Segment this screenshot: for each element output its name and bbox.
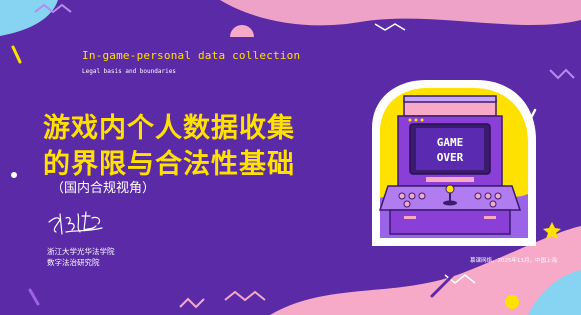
chinese-title-line-2: 的界限与合法性基础 xyxy=(43,149,295,180)
scope-subtitle: （国内合规视角） xyxy=(51,181,156,196)
institution-line-2: 数字法治研究院 xyxy=(47,258,100,267)
author-signature xyxy=(48,211,103,235)
white-stroke-bottom xyxy=(28,288,40,306)
screen-over-text: OVER xyxy=(437,151,464,164)
pink-top-wave xyxy=(220,0,581,26)
arcade-illustration: GAME OVER xyxy=(372,80,536,246)
slide: In-game-personal data collection Legal b… xyxy=(0,0,581,315)
english-subtitle: Legal basis and boundaries xyxy=(82,68,176,75)
yellow-dot xyxy=(505,295,519,309)
screen-indicator-dots xyxy=(408,118,424,122)
institution-line-1: 浙江大学光华法学院 xyxy=(47,247,115,256)
pink-zigzag-left xyxy=(179,297,205,309)
screen-game-text: GAME xyxy=(437,136,464,149)
white-stroke-top xyxy=(11,45,22,64)
footnote: 慕课网络，2025年11月，中国上海 xyxy=(470,258,557,264)
zigzag-top-right xyxy=(374,23,406,31)
pink-half-circle xyxy=(230,25,254,37)
blue-corner-blob xyxy=(0,0,58,36)
chinese-title-line-1: 游戏内个人数据收集 xyxy=(43,113,295,144)
arcade-base xyxy=(389,209,511,235)
yellow-crescent xyxy=(529,30,556,55)
zigzag-right xyxy=(549,68,575,80)
zigzag-bottom-mid xyxy=(224,290,266,302)
english-title: In-game-personal data collection xyxy=(82,49,301,62)
white-dot xyxy=(11,172,17,178)
